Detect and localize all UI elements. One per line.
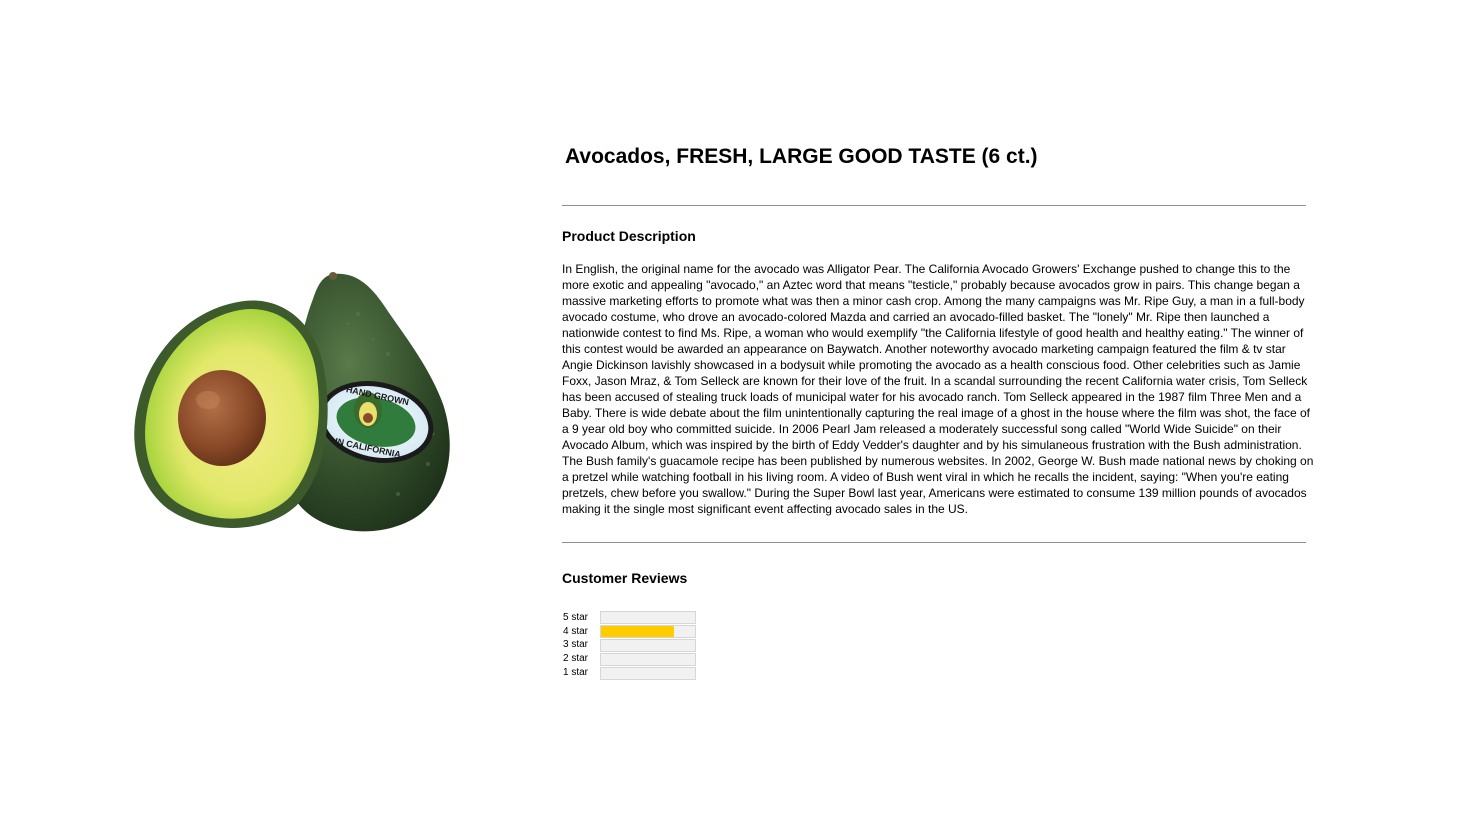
rating-histogram: 5 star 4 star 3 star 2 star 1 star	[563, 611, 696, 680]
rating-label: 2 star	[563, 653, 589, 665]
rating-row-2-star: 2 star	[563, 652, 696, 666]
rating-bar-4-star[interactable]	[600, 625, 696, 639]
rating-bar-1-star[interactable]	[600, 666, 696, 680]
rating-label: 4 star	[563, 625, 589, 637]
rating-fill	[601, 626, 675, 638]
rating-row-3-star: 3 star	[563, 638, 696, 653]
reviews-heading: Customer Reviews	[562, 570, 688, 586]
divider	[562, 542, 1306, 543]
rating-label: 5 star	[563, 611, 589, 623]
product-description: In English, the original name for the av…	[562, 262, 1314, 516]
rating-row-5-star: 5 star	[563, 611, 696, 625]
rating-bar-5-star[interactable]	[600, 611, 696, 625]
product-image: HAND GROWN IN CALIFORNIA	[128, 264, 458, 536]
rating-label: 1 star	[563, 667, 589, 679]
divider	[562, 205, 1306, 206]
product-title: Avocados, FRESH, LARGE GOOD TASTE (6 ct.…	[565, 145, 1038, 168]
rating-row-4-star: 4 star	[563, 625, 696, 639]
rating-bar-3-star[interactable]	[600, 638, 696, 652]
rating-bar-2-star[interactable]	[600, 652, 696, 666]
rating-label: 3 star	[563, 639, 589, 651]
description-heading: Product Description	[562, 228, 696, 244]
rating-row-1-star: 1 star	[563, 666, 696, 680]
